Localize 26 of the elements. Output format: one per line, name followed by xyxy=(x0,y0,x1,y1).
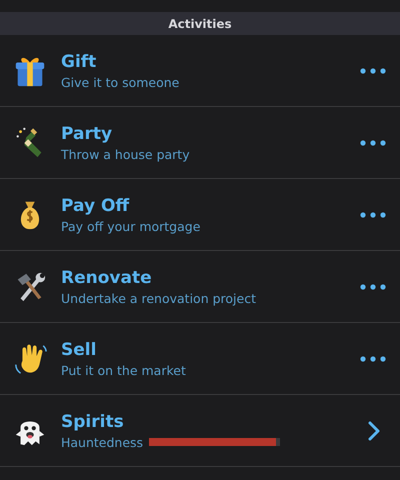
activity-row[interactable]: Renovate Undertake a renovation project xyxy=(0,251,400,323)
activity-title: Spirits xyxy=(61,412,124,432)
more-icon[interactable] xyxy=(360,284,386,290)
activity-title: Pay Off xyxy=(61,196,130,216)
activity-title: Renovate xyxy=(61,268,152,288)
activity-subtitle: Pay off your mortgage xyxy=(61,218,200,234)
activity-row[interactable]: Spirits Hauntedness xyxy=(0,395,400,467)
more-icon[interactable] xyxy=(360,212,386,218)
activity-row[interactable]: Gift Give it to someone xyxy=(0,35,400,107)
activity-subtitle: Put it on the market xyxy=(61,362,186,378)
activity-title: Sell xyxy=(61,340,96,360)
activity-title: Gift xyxy=(61,52,96,72)
section-title: Activities xyxy=(168,16,232,30)
waving-hand-icon xyxy=(13,342,47,376)
activity-row[interactable]: Sell Put it on the market xyxy=(0,323,400,395)
activity-subtitle: Throw a house party xyxy=(61,146,190,162)
activity-subtitle: Give it to someone xyxy=(61,74,180,90)
chevron-icon[interactable] xyxy=(368,420,380,440)
activity-subtitle: Hauntedness xyxy=(61,434,144,450)
activity-title: Party xyxy=(61,124,112,144)
more-icon[interactable] xyxy=(360,68,386,74)
activity-row[interactable]: Pay Off Pay off your mortgage xyxy=(0,179,400,251)
activity-row[interactable]: Party Throw a house party xyxy=(0,107,400,179)
activity-subtitle: Undertake a renovation project xyxy=(61,290,256,306)
more-icon[interactable] xyxy=(360,356,386,362)
more-icon[interactable] xyxy=(360,140,386,146)
